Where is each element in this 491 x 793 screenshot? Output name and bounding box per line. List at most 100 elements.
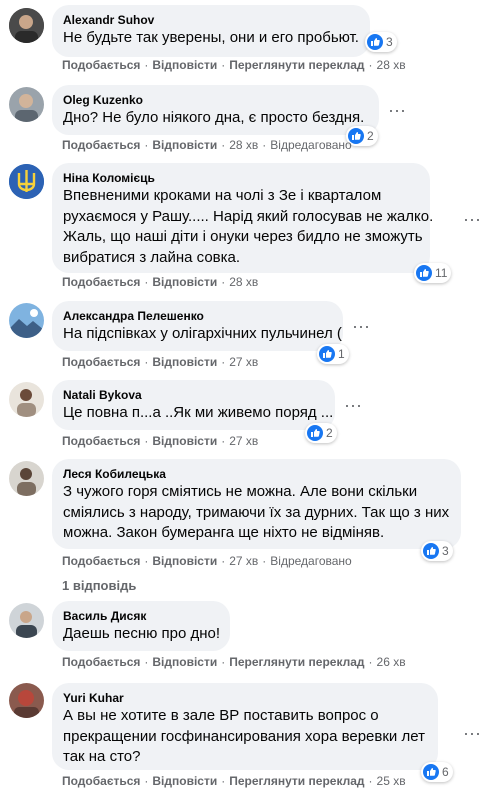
comment-bubble: Леся Кобилецька З чужого горя сміятись н… xyxy=(52,459,461,549)
comment-author[interactable]: Oleg Kuzenko xyxy=(63,92,368,108)
like-icon xyxy=(423,543,439,559)
comment-text-line: З чужого горя сміятись не можна. Але вон… xyxy=(63,483,418,500)
reactions-badge[interactable]: 6 xyxy=(421,762,453,782)
reply-button[interactable]: Відповісти xyxy=(152,275,217,289)
comment-actions: Подобається · Відповісти · 28 хв xyxy=(62,274,258,290)
comment-text-line: Не будьте так уверены, они и его пробьют… xyxy=(63,29,359,46)
translate-button[interactable]: Переглянути переклад xyxy=(229,774,364,788)
reactions-badge[interactable]: 1 xyxy=(317,344,349,364)
comment-bubble: Oleg Kuzenko Дно? Не було ніякого дна, є… xyxy=(52,85,379,135)
more-options-icon[interactable]: ··· xyxy=(344,396,362,414)
comment-time[interactable]: 26 хв xyxy=(377,655,406,669)
avatar[interactable] xyxy=(9,603,44,638)
avatar[interactable] xyxy=(9,303,44,338)
separator: · xyxy=(144,554,149,568)
avatar[interactable] xyxy=(9,382,44,417)
like-button[interactable]: Подобається xyxy=(62,138,140,152)
comment-text-line: можна. Закон бумеранга ще ніхто не відмі… xyxy=(63,524,385,541)
comment-author[interactable]: Yuri Kuhar xyxy=(63,690,427,706)
avatar[interactable] xyxy=(9,164,44,199)
comment-time[interactable]: 25 хв xyxy=(377,774,406,788)
avatar-photo-icon xyxy=(9,382,44,417)
comment-author[interactable]: Леся Кобилецька xyxy=(63,466,450,482)
like-button[interactable]: Подобається xyxy=(62,275,140,289)
reactions-count: 3 xyxy=(386,35,393,49)
like-button[interactable]: Подобається xyxy=(62,355,140,369)
reply-button[interactable]: Відповісти xyxy=(152,434,217,448)
separator: · xyxy=(144,275,149,289)
like-icon xyxy=(416,265,432,281)
reactions-badge[interactable]: 11 xyxy=(414,263,452,283)
avatar[interactable] xyxy=(9,8,44,43)
reactions-badge[interactable]: 2 xyxy=(305,423,337,443)
comment-text-line: А вы не хотите в зале ВР поставить вопро… xyxy=(63,707,379,724)
like-button[interactable]: Подобається xyxy=(62,58,140,72)
separator: · xyxy=(221,138,226,152)
avatar-photo-icon xyxy=(9,87,44,122)
separator: · xyxy=(144,655,149,669)
like-icon xyxy=(307,425,323,441)
more-options-icon[interactable]: ··· xyxy=(388,101,406,119)
like-button[interactable]: Подобається xyxy=(62,774,140,788)
avatar-photo-icon xyxy=(9,603,44,638)
comment-author[interactable]: Natali Bykova xyxy=(63,387,324,403)
avatar-photo-icon xyxy=(9,8,44,43)
comment-text-line: прекращении госфинансирования хора верев… xyxy=(63,727,425,745)
separator: · xyxy=(221,774,226,788)
comment-time[interactable]: 27 хв xyxy=(229,554,258,568)
reply-button[interactable]: Відповісти xyxy=(152,554,217,568)
separator: · xyxy=(144,434,149,448)
comment-bubble: Александра Пелешенко На підспівках у олі… xyxy=(52,301,343,351)
separator: · xyxy=(221,434,226,448)
like-button[interactable]: Подобається xyxy=(62,554,140,568)
comment-author[interactable]: Василь Дисяк xyxy=(63,608,219,624)
reply-button[interactable]: Відповісти xyxy=(152,138,217,152)
like-icon xyxy=(367,34,383,50)
reply-button[interactable]: Відповісти xyxy=(152,58,217,72)
separator: · xyxy=(368,58,373,72)
avatar[interactable] xyxy=(9,87,44,122)
separator: · xyxy=(221,655,226,669)
more-options-icon[interactable]: ··· xyxy=(463,210,481,228)
avatar-photo-icon xyxy=(9,303,44,338)
comment-time[interactable]: 28 хв xyxy=(229,138,258,152)
comment-bubble: Yuri Kuhar А вы не хотите в зале ВР пост… xyxy=(52,683,438,770)
translate-button[interactable]: Переглянути переклад xyxy=(229,58,364,72)
like-button[interactable]: Подобається xyxy=(62,434,140,448)
comment-time[interactable]: 28 хв xyxy=(377,58,406,72)
comment-actions: Подобається · Відповісти · 27 хв · Відредагова… xyxy=(62,553,352,569)
view-replies-link[interactable]: 1 відповідь xyxy=(62,578,136,593)
like-button[interactable]: Подобається xyxy=(62,655,140,669)
edited-label[interactable]: Відредаговано xyxy=(270,138,351,152)
comment-actions: Подобається · Відповісти · Переглянути перек… xyxy=(62,57,406,73)
comment-bubble: Василь Дисяк Даешь песню про дно! xyxy=(52,601,230,651)
comment-time[interactable]: 28 хв xyxy=(229,275,258,289)
avatar-photo-icon xyxy=(9,461,44,496)
more-options-icon[interactable]: ··· xyxy=(352,317,370,335)
comment-time[interactable]: 27 хв xyxy=(229,355,258,369)
separator: · xyxy=(221,275,226,289)
comment-text-line: рухаємося у Рашу..... Нарід який голосув… xyxy=(63,207,434,225)
avatar[interactable] xyxy=(9,683,44,718)
reply-button[interactable]: Відповісти xyxy=(152,655,217,669)
separator: · xyxy=(144,138,149,152)
separator: · xyxy=(144,355,149,369)
reactions-badge[interactable]: 3 xyxy=(421,541,453,561)
comment-author[interactable]: Александра Пелешенко xyxy=(63,308,332,324)
comment-time[interactable]: 27 хв xyxy=(229,434,258,448)
translate-button[interactable]: Переглянути переклад xyxy=(229,655,364,669)
more-options-icon[interactable]: ··· xyxy=(463,724,481,742)
reactions-count: 2 xyxy=(326,426,333,440)
comment-bubble: Alexandr Suhov Не будьте так уверены, он… xyxy=(52,5,370,57)
reactions-badge[interactable]: 3 xyxy=(365,32,397,52)
edited-label[interactable]: Відредаговано xyxy=(270,554,351,568)
comment-author[interactable]: Alexandr Suhov xyxy=(63,12,359,28)
reply-button[interactable]: Відповісти xyxy=(152,774,217,788)
avatar[interactable] xyxy=(9,461,44,496)
reply-button[interactable]: Відповісти xyxy=(152,355,217,369)
comment-author[interactable]: Ніна Коломієць xyxy=(63,170,419,186)
comment-actions: Подобається · Відповісти · 27 хв xyxy=(62,433,258,449)
separator: · xyxy=(368,655,373,669)
comment-text-line: Дно? Не було ніякого дна, є просто бездн… xyxy=(63,109,365,126)
trident-icon xyxy=(9,164,44,199)
